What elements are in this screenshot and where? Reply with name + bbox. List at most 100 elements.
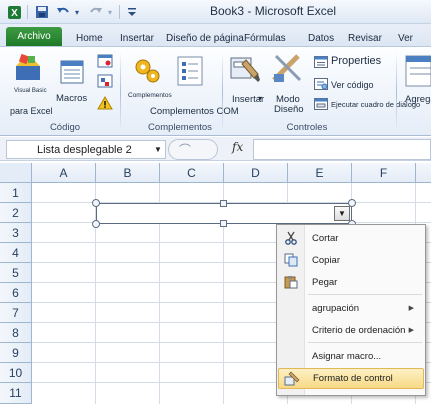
relative-references-icon[interactable] bbox=[97, 74, 113, 88]
menu-item-label: Pegar bbox=[312, 276, 338, 288]
resize-handle-top-right[interactable] bbox=[348, 199, 356, 207]
visual-basic-button-label[interactable]: para Excel bbox=[10, 106, 53, 116]
dropdown-control-arrow-icon[interactable]: ▼ bbox=[334, 206, 350, 221]
menu-item-copiar[interactable]: Copiar bbox=[278, 250, 424, 270]
paste-icon bbox=[278, 275, 304, 289]
com-addins-button-label[interactable]: Complementos COM bbox=[150, 106, 239, 117]
row-header-10[interactable]: 10 bbox=[0, 363, 32, 383]
menu-item-label: Asignar macro... bbox=[312, 350, 382, 362]
design-mode-icon[interactable] bbox=[270, 52, 304, 86]
redo-icon[interactable] bbox=[88, 4, 104, 20]
select-all-corner[interactable] bbox=[0, 163, 32, 183]
svg-text:X: X bbox=[11, 8, 18, 19]
group-label-codigo: Código bbox=[49, 122, 81, 133]
menu-separator bbox=[308, 342, 422, 343]
undo-icon[interactable] bbox=[55, 4, 71, 20]
undo-dropdown-icon[interactable]: ▾ bbox=[72, 4, 82, 20]
column-header-d[interactable]: D bbox=[224, 163, 288, 183]
ribbon-group-separator bbox=[396, 52, 397, 132]
menu-item-asignar-macro[interactable]: Asignar macro... bbox=[278, 346, 424, 366]
ribbon-group-separator bbox=[120, 52, 121, 132]
row-header-9[interactable]: 9 bbox=[0, 343, 32, 363]
menu-item-criterio-de-ordenacion[interactable]: Criterio de ordenación ▶ bbox=[278, 320, 424, 340]
column-header-c[interactable]: C bbox=[160, 163, 224, 183]
row-header-7[interactable]: 7 bbox=[0, 303, 32, 323]
properties-icon[interactable] bbox=[314, 56, 328, 68]
row-header-3[interactable]: 3 bbox=[0, 223, 32, 243]
column-header-f[interactable]: F bbox=[352, 163, 416, 183]
column-header-e[interactable]: E bbox=[288, 163, 352, 183]
column-header-g[interactable] bbox=[416, 163, 431, 183]
column-header-a[interactable]: A bbox=[32, 163, 96, 183]
visual-basic-small-label: Visual Basic bbox=[14, 88, 47, 94]
tab-insertar[interactable]: Insertar bbox=[120, 33, 154, 44]
insert-function-icon[interactable]: fx bbox=[232, 140, 243, 154]
formula-bar-expand-icon[interactable]: ⌒ bbox=[168, 139, 218, 160]
overflow-button-label[interactable]: Agrega bbox=[405, 94, 431, 105]
menu-item-pegar[interactable]: Pegar bbox=[278, 272, 424, 292]
row-header-6[interactable]: 6 bbox=[0, 283, 32, 303]
tab-ver[interactable]: Ver bbox=[398, 33, 413, 44]
copy-icon bbox=[278, 253, 304, 267]
column-header-b[interactable]: B bbox=[96, 163, 160, 183]
cut-icon bbox=[278, 231, 304, 245]
insert-control-icon[interactable] bbox=[228, 52, 262, 86]
tab-revisar[interactable]: Revisar bbox=[348, 33, 382, 44]
menu-item-cortar[interactable]: Cortar bbox=[278, 228, 424, 248]
window-title: Book3 - Microsoft Excel bbox=[210, 4, 337, 18]
row-header-4[interactable]: 4 bbox=[0, 243, 32, 263]
ribbon-group-separator bbox=[222, 52, 223, 132]
tab-formulas[interactable]: Fórmulas bbox=[244, 33, 286, 44]
insert-control-dropdown-icon[interactable]: ▾ bbox=[258, 94, 262, 103]
row-header-8[interactable]: 8 bbox=[0, 323, 32, 343]
name-box-dropdown-icon[interactable]: ▼ bbox=[152, 141, 164, 157]
row-header-2[interactable]: 2 bbox=[0, 203, 32, 223]
tab-diseno-de-pagina[interactable]: Diseño de página bbox=[166, 33, 244, 44]
record-macro-icon[interactable] bbox=[97, 54, 113, 68]
macros-button-label[interactable]: Macros bbox=[56, 93, 87, 104]
row-header-5[interactable]: 5 bbox=[0, 263, 32, 283]
menu-item-agrupacion[interactable]: agrupación ▶ bbox=[278, 298, 424, 318]
submenu-arrow-icon: ▶ bbox=[408, 305, 414, 312]
com-addins-icon[interactable] bbox=[174, 54, 208, 88]
macro-security-icon[interactable] bbox=[97, 96, 113, 110]
view-code-icon[interactable] bbox=[314, 78, 328, 90]
name-box[interactable]: Lista desplegable 2 bbox=[6, 140, 166, 159]
tab-home[interactable]: Home bbox=[76, 33, 103, 44]
menu-item-label: Formato de control bbox=[313, 373, 393, 384]
resize-handle-top[interactable] bbox=[220, 200, 227, 207]
macros-icon[interactable] bbox=[58, 58, 86, 86]
complementos-small-label[interactable]: Complementos bbox=[128, 92, 172, 99]
run-dialog-icon[interactable] bbox=[314, 98, 328, 110]
group-label-complementos: Complementos bbox=[148, 122, 212, 133]
row-header-1[interactable]: 1 bbox=[0, 183, 32, 203]
menu-item-label: Criterio de ordenación bbox=[312, 324, 406, 336]
quick-access-separator bbox=[27, 5, 28, 19]
redo-dropdown-icon[interactable]: ▾ bbox=[105, 4, 115, 20]
resize-handle-top-left[interactable] bbox=[92, 199, 100, 207]
resize-handle-bottom[interactable] bbox=[220, 220, 227, 227]
quick-access-separator bbox=[119, 5, 120, 19]
resize-handle-bottom-left[interactable] bbox=[92, 220, 100, 228]
menu-item-label: Copiar bbox=[312, 254, 340, 266]
submenu-arrow-icon: ▶ bbox=[408, 327, 414, 334]
excel-logo-icon[interactable]: X bbox=[6, 4, 22, 20]
save-icon[interactable] bbox=[34, 4, 50, 20]
menu-item-label: agrupación bbox=[312, 302, 360, 314]
tab-datos[interactable]: Datos bbox=[308, 33, 334, 44]
design-mode-label-2[interactable]: Diseño bbox=[274, 104, 304, 115]
group-label-controles: Controles bbox=[286, 122, 328, 133]
xml-source-icon[interactable] bbox=[402, 54, 431, 88]
customize-icon[interactable] bbox=[124, 4, 140, 20]
visual-basic-icon[interactable] bbox=[12, 52, 44, 84]
complementos-icon[interactable] bbox=[132, 56, 162, 86]
formula-input[interactable] bbox=[253, 139, 431, 160]
row-header-11[interactable]: 11 bbox=[0, 383, 32, 404]
menu-item-formato-de-control[interactable]: Formato de control bbox=[278, 368, 424, 389]
menu-item-label: Cortar bbox=[312, 232, 339, 244]
menu-separator bbox=[308, 294, 422, 295]
view-code-button-label[interactable]: Ver código bbox=[331, 80, 374, 90]
tab-archivo[interactable]: Archivo bbox=[6, 27, 62, 46]
properties-button-label[interactable]: Properties bbox=[331, 55, 381, 67]
format-control-icon bbox=[279, 371, 305, 386]
